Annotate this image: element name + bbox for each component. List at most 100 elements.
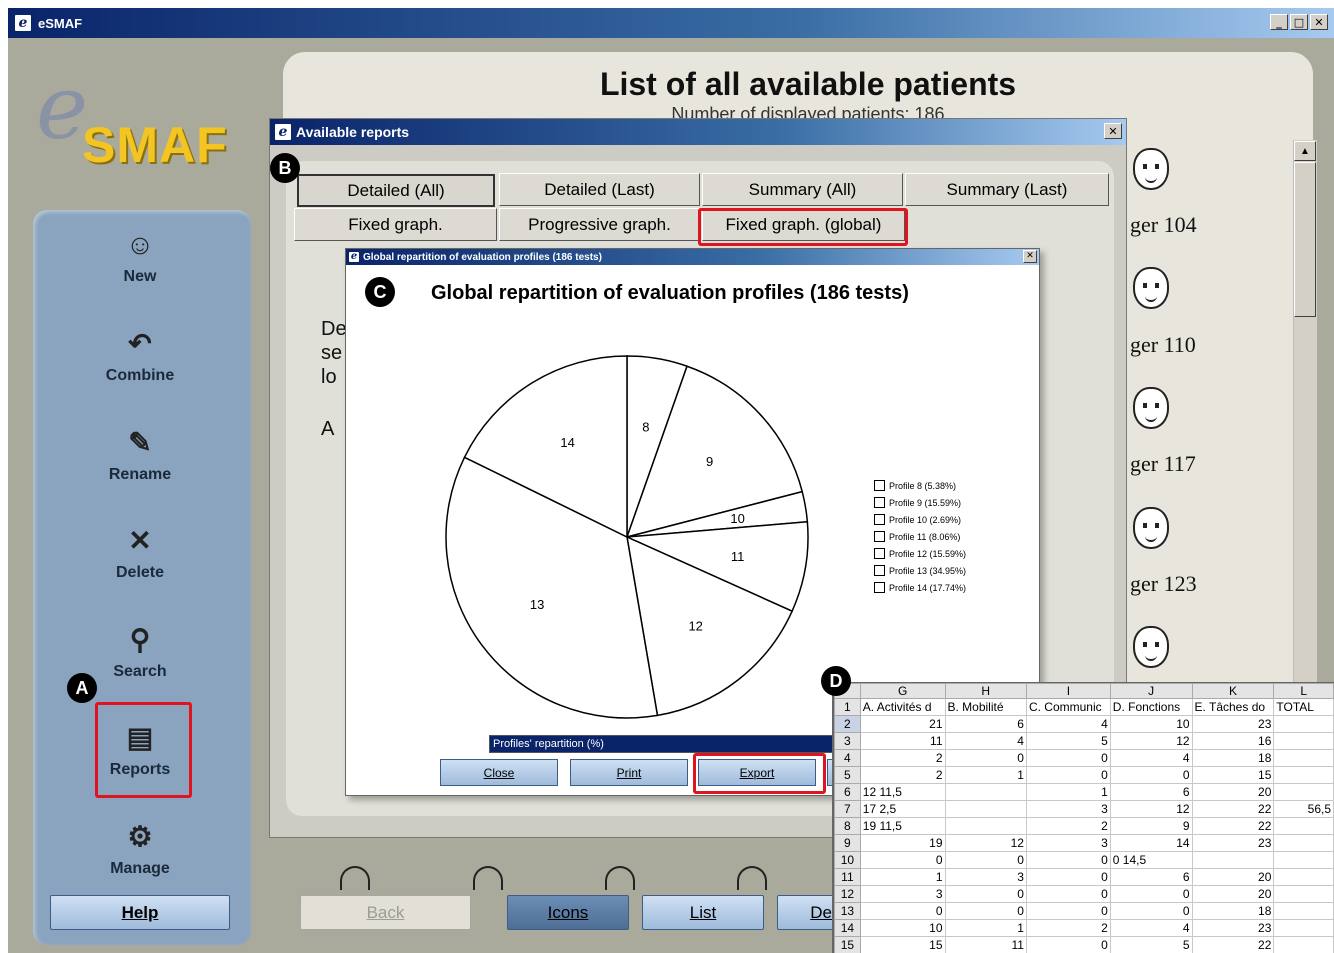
row-header[interactable]: 13 [834, 902, 861, 920]
table-cell[interactable]: 3 [859, 885, 946, 903]
table-cell[interactable] [1273, 749, 1334, 767]
tab-fixed-graph[interactable]: Fixed graph. [294, 208, 497, 241]
back-button[interactable]: Back [300, 895, 471, 930]
table-cell[interactable]: 18 [1191, 749, 1275, 767]
table-cell[interactable]: 20 [1191, 885, 1275, 903]
patient-face-icon[interactable] [1133, 507, 1169, 549]
table-cell[interactable]: 2 [1025, 919, 1111, 937]
table-cell[interactable]: 2 [859, 749, 946, 767]
table-cell[interactable]: 15 [859, 936, 946, 953]
table-cell[interactable]: 0 [944, 851, 1027, 869]
close-button[interactable]: Close [440, 759, 558, 786]
table-cell[interactable]: 5 [1025, 732, 1111, 750]
table-cell[interactable] [1273, 834, 1334, 852]
table-cell[interactable]: 0 [859, 902, 946, 920]
table-cell[interactable]: 23 [1191, 919, 1275, 937]
table-cell[interactable]: 4 [1109, 919, 1193, 937]
table-cell[interactable]: 23 [1191, 715, 1275, 733]
table-cell[interactable]: 0 [1025, 936, 1111, 953]
table-cell[interactable]: 11 [859, 732, 946, 750]
details-button[interactable]: De [777, 895, 837, 930]
patient-face-icon[interactable] [1133, 387, 1169, 429]
table-cell[interactable] [1273, 919, 1334, 937]
table-cell[interactable]: 9 [1109, 817, 1193, 835]
tab-detailed-last[interactable]: Detailed (Last) [499, 173, 700, 206]
patient-name[interactable]: ger 123 [1130, 571, 1197, 597]
patient-face-icon[interactable] [737, 866, 767, 890]
column-header[interactable]: H [944, 683, 1027, 699]
table-cell[interactable]: 3 [1025, 834, 1111, 852]
header-cell[interactable]: B. Mobilité [944, 698, 1027, 716]
table-cell[interactable] [1273, 851, 1334, 869]
table-cell[interactable] [1191, 851, 1275, 869]
table-cell[interactable]: 12 [944, 834, 1027, 852]
table-cell[interactable] [1273, 783, 1334, 801]
row-header[interactable]: 7 [834, 800, 861, 818]
table-cell[interactable]: 0 [1025, 851, 1111, 869]
sidebar-item-delete[interactable]: ✕ Delete [33, 524, 247, 582]
table-cell[interactable]: 0 [1025, 902, 1111, 920]
chart-type-select[interactable]: Profiles' repartition (%) [489, 735, 834, 753]
table-cell[interactable]: 4 [1025, 715, 1111, 733]
table-cell[interactable]: 0 [944, 902, 1027, 920]
table-cell[interactable] [1273, 766, 1334, 784]
scroll-up-icon[interactable]: ▲ [1294, 141, 1316, 161]
row-header[interactable]: 11 [834, 868, 861, 886]
table-cell[interactable]: 12 [1109, 800, 1193, 818]
patient-name[interactable]: ger 110 [1130, 332, 1196, 358]
table-cell[interactable]: 4 [944, 732, 1027, 750]
column-header[interactable]: J [1109, 683, 1193, 699]
table-cell[interactable]: 22 [1191, 800, 1275, 818]
icons-button[interactable]: Icons [507, 895, 629, 930]
table-cell[interactable]: 0 [1109, 885, 1193, 903]
close-button[interactable]: ✕ [1310, 14, 1328, 30]
table-cell[interactable]: 14 [1109, 834, 1193, 852]
table-cell[interactable]: 19 11,5 [859, 817, 946, 835]
table-cell[interactable]: 21 [859, 715, 946, 733]
sidebar-item-rename[interactable]: ✎ Rename [33, 426, 247, 484]
row-header[interactable]: 14 [834, 919, 861, 937]
table-cell[interactable]: 10 [859, 919, 946, 937]
table-cell[interactable]: 0 [1025, 749, 1111, 767]
tab-detailed-all[interactable]: Detailed (All) [297, 174, 495, 207]
table-cell[interactable]: 56,5 [1273, 800, 1334, 818]
patient-face-icon[interactable] [1133, 148, 1169, 190]
table-cell[interactable]: 0 [1025, 868, 1111, 886]
table-cell[interactable] [1273, 902, 1334, 920]
table-cell[interactable]: 22 [1191, 936, 1275, 953]
table-cell[interactable]: 1 [944, 766, 1027, 784]
table-cell[interactable]: 17 2,5 [859, 800, 946, 818]
table-cell[interactable]: 12 [1109, 732, 1193, 750]
maximize-button[interactable]: □ [1290, 14, 1308, 30]
patient-face-icon[interactable] [473, 866, 503, 890]
table-cell[interactable]: 0 [944, 749, 1027, 767]
table-cell[interactable] [1273, 817, 1334, 835]
table-cell[interactable]: 6 [944, 715, 1027, 733]
table-cell[interactable] [1273, 732, 1334, 750]
tab-summary-all[interactable]: Summary (All) [702, 173, 903, 206]
print-button[interactable]: Print [570, 759, 688, 786]
table-cell[interactable] [1273, 885, 1334, 903]
row-header[interactable]: 15 [834, 936, 861, 953]
table-cell[interactable]: 22 [1191, 817, 1275, 835]
row-header[interactable]: 8 [834, 817, 861, 835]
scroll-thumb[interactable] [1294, 162, 1316, 317]
column-header[interactable]: L [1273, 683, 1334, 699]
table-cell[interactable]: 0 [1109, 902, 1193, 920]
row-header[interactable]: 2 [834, 715, 861, 733]
table-cell[interactable]: 18 [1191, 902, 1275, 920]
table-cell[interactable]: 0 [859, 851, 946, 869]
table-cell[interactable]: 1 [859, 868, 946, 886]
table-cell[interactable] [1273, 936, 1334, 953]
table-cell[interactable]: 5 [1109, 936, 1193, 953]
patient-face-icon[interactable] [1133, 267, 1169, 309]
header-cell[interactable]: TOTAL [1273, 698, 1334, 716]
header-cell[interactable]: C. Communic [1025, 698, 1111, 716]
row-header[interactable]: 12 [834, 885, 861, 903]
header-cell[interactable]: A. Activités d [859, 698, 946, 716]
row-header[interactable]: 6 [834, 783, 861, 801]
row-header[interactable]: 10 [834, 851, 861, 869]
patient-face-icon[interactable] [340, 866, 370, 890]
row-header[interactable]: 4 [834, 749, 861, 767]
table-cell[interactable]: 12 11,5 [859, 783, 946, 801]
